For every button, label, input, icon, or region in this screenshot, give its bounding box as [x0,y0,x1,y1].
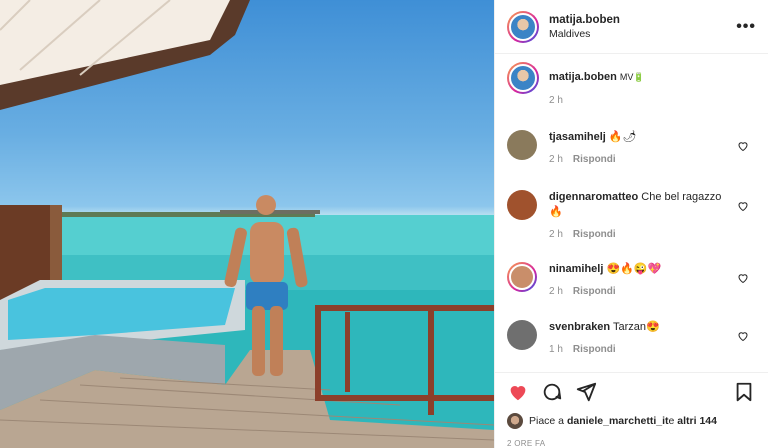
list-item: tjasamihelj 🔥🌶 2 h Rispondi [507,130,757,190]
header-username[interactable]: matija.boben [549,14,736,26]
post-sidebar: matija.boben Maldives ••• matija.boben M… [494,0,768,448]
comment-text: digennaromatteo Che bel ragazzo 🔥 [549,190,733,220]
caption: matija.boben MV🔋 2 h [507,62,757,124]
comment-body: Tarzan😍 [613,321,660,333]
likes-middle: e [668,415,675,427]
list-item: ninamihelj 😍🔥😜💖 2 h Rispondi [507,262,757,320]
heart-icon[interactable] [737,330,749,342]
liker-avatar[interactable] [507,413,523,429]
reply-button[interactable]: Rispondi [573,154,616,165]
caption-time[interactable]: 2 h [549,95,563,106]
post-photo[interactable] [0,0,494,448]
comment-avatar[interactable] [507,320,537,350]
header-location[interactable]: Maldives [549,28,736,40]
comment-body: 🔥🌶 [608,131,637,143]
reply-button[interactable]: Rispondi [573,344,616,355]
comment-time[interactable]: 1 h [549,344,563,355]
likes-summary: Piace a daniele_marchetti_it e altri 144 [507,413,757,429]
reply-button[interactable]: Rispondi [573,286,616,297]
instagram-post: matija.boben Maldives ••• matija.boben M… [0,0,768,448]
comment-username[interactable]: svenbraken [549,321,610,333]
comment-time[interactable]: 2 h [549,286,563,297]
caption-avatar[interactable] [507,62,539,94]
caption-text: matija.boben MV🔋 [549,70,733,85]
photo-illustration [0,0,494,448]
reply-button[interactable]: Rispondi [573,229,616,240]
post-actions: Piace a daniele_marchetti_it e altri 144… [495,372,768,448]
comment-icon[interactable] [541,381,563,403]
more-icon[interactable]: ••• [736,18,756,36]
likes-prefix: Piace a [529,415,565,427]
post-time[interactable]: 2 ORE FA [507,439,757,448]
comment-avatar[interactable] [507,130,537,160]
comments-list: matija.boben MV🔋 2 h tjasamihelj 🔥🌶 2 h R… [495,62,768,368]
likes-user[interactable]: daniele_marchetti_it [567,415,669,427]
list-item: svenbraken Tarzan😍 1 h Rispondi [507,320,757,370]
comment-username[interactable]: tjasamihelj [549,131,606,143]
bookmark-icon[interactable] [733,381,755,403]
comment-text: tjasamihelj 🔥🌶 [549,130,733,145]
comment-time[interactable]: 2 h [549,154,563,165]
likes-others[interactable]: altri 144 [677,415,717,427]
heart-icon[interactable] [737,140,749,152]
comment-body: 😍🔥😜💖 [606,263,662,275]
share-icon[interactable] [575,381,597,403]
comment-avatar[interactable] [507,262,537,292]
comment-text: ninamihelj 😍🔥😜💖 [549,262,733,277]
heart-icon[interactable] [737,200,749,212]
comment-avatar[interactable] [507,190,537,220]
heart-icon[interactable] [507,381,529,403]
comment-username[interactable]: ninamihelj [549,263,603,275]
post-header: matija.boben Maldives ••• [495,0,768,54]
comment-username[interactable]: digennaromatteo [549,191,638,203]
list-item: digennaromatteo Che bel ragazzo 🔥 2 h Ris… [507,190,757,262]
heart-icon[interactable] [737,272,749,284]
caption-body: MV🔋 [619,72,645,82]
caption-username[interactable]: matija.boben [549,71,617,83]
comment-time[interactable]: 2 h [549,229,563,240]
comment-text: svenbraken Tarzan😍 [549,320,733,335]
avatar[interactable] [507,10,539,43]
